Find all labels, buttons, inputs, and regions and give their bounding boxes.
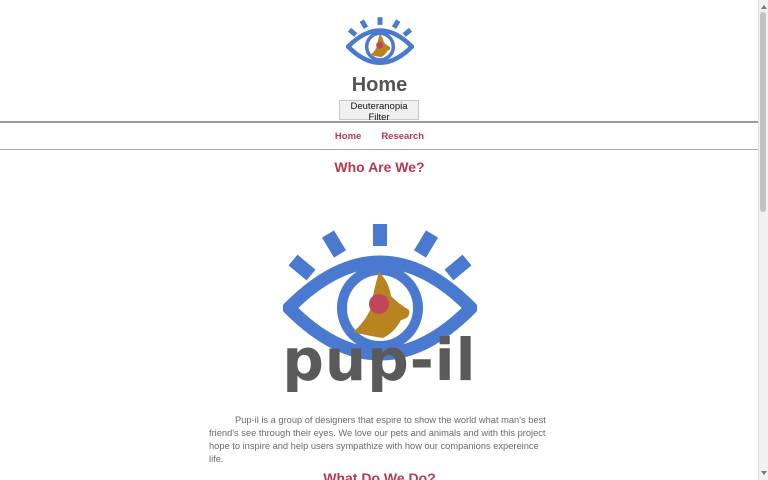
nav-link-home[interactable]: Home [335, 131, 361, 142]
about-description: Pup-il is a group of designers that espi… [209, 415, 546, 465]
who-are-we-heading: Who Are We? [334, 159, 425, 175]
scrollbar-thumb[interactable] [760, 12, 766, 212]
deuteranopia-filter-button[interactable]: Deuteranopia Filter [339, 100, 419, 123]
scroll-up-icon[interactable] [761, 5, 767, 9]
brand-wordmark: pup-il [282, 326, 477, 394]
what-do-we-do-heading: What Do We Do? [323, 470, 436, 480]
page-title: Home [351, 74, 408, 96]
main-nav: Home Research [0, 121, 759, 150]
scroll-down-icon[interactable] [761, 471, 767, 475]
nav-link-research[interactable]: Research [381, 131, 424, 142]
page: Home Deuteranopia Filter Home Research W… [0, 0, 768, 480]
main-content: Home Deuteranopia Filter Home Research W… [0, 0, 759, 480]
eye-logo-icon [346, 17, 414, 65]
site-header: Home Deuteranopia Filter [0, 0, 759, 123]
vertical-scrollbar[interactable] [758, 0, 768, 480]
